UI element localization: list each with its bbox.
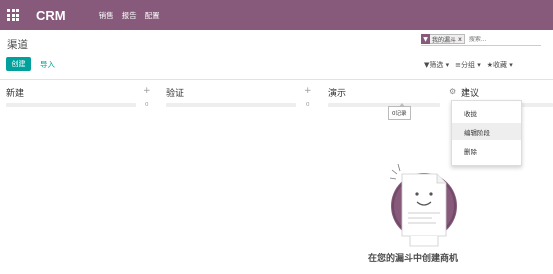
breadcrumb: 渠道 [7, 39, 28, 51]
apps-menu-icon[interactable] [6, 8, 20, 22]
facet-remove-icon[interactable]: x [458, 36, 464, 43]
search-options: ▼筛选 ▾ ≡分组 ▾ ★收藏 ▾ [424, 60, 513, 70]
empty-state-illustration [389, 163, 457, 247]
progressbar-tooltip: 0记录 [388, 103, 411, 120]
favorites-dropdown[interactable]: ★收藏 ▾ [487, 60, 513, 70]
column-config-menu: 收拢 编辑阶段 删除 [451, 100, 522, 166]
quick-create-icon[interactable]: + [143, 86, 151, 96]
menu-item-sales[interactable]: 销售 [99, 10, 114, 21]
column-count: 0 [145, 102, 149, 108]
create-button[interactable]: 创建 [6, 57, 31, 71]
top-navbar: CRM 销售 报告 配置 [0, 0, 553, 30]
caret-down-icon: ▾ [475, 61, 481, 69]
main-menu: 销售 报告 配置 [99, 10, 160, 21]
column-title[interactable]: 验证 [166, 86, 184, 99]
gear-icon[interactable]: ⚙ [449, 87, 456, 96]
column-title[interactable]: 建议 [461, 86, 479, 99]
caret-down-icon: ▾ [507, 61, 513, 69]
import-button[interactable]: 导入 [40, 59, 55, 70]
favorites-label: 收藏 [493, 61, 508, 69]
menu-item-config[interactable]: 配置 [145, 10, 160, 21]
search-bar: ▼ 我的漏斗 x [421, 33, 541, 46]
quick-create-icon[interactable]: + [304, 86, 312, 96]
menu-item-reports[interactable]: 报告 [122, 10, 137, 21]
filters-dropdown[interactable]: ▼筛选 ▾ [424, 60, 449, 70]
column-progressbar[interactable] [166, 103, 296, 107]
column-progressbar[interactable] [328, 103, 440, 107]
column-title[interactable]: 新建 [6, 86, 24, 99]
empty-state-message: 在您的漏斗中创建商机 [368, 254, 459, 264]
menu-item-fold[interactable]: 收拢 [452, 104, 521, 121]
groupby-dropdown[interactable]: ≡分组 ▾ [455, 60, 481, 70]
column-count: 0 [306, 102, 310, 108]
facet-label: 我的漏斗 [432, 36, 457, 44]
column-title[interactable]: 演示 [328, 86, 346, 99]
search-facet: ▼ 我的漏斗 x [421, 34, 465, 44]
filters-label: 筛选 [429, 61, 444, 69]
control-panel: 渠道 创建 导入 ▼ 我的漏斗 x ▼筛选 ▾ ≡分组 ▾ ★收藏 ▾ [0, 30, 553, 80]
column-progressbar[interactable] [6, 103, 136, 107]
menu-item-edit-stage[interactable]: 编辑阶段 [452, 123, 521, 140]
filter-icon: ▼ [421, 34, 430, 44]
caret-down-icon: ▾ [443, 61, 450, 69]
app-title[interactable]: CRM [36, 8, 66, 23]
search-input[interactable] [468, 35, 519, 43]
menu-item-delete[interactable]: 删除 [452, 142, 521, 159]
groupby-label: 分组 [461, 61, 476, 69]
